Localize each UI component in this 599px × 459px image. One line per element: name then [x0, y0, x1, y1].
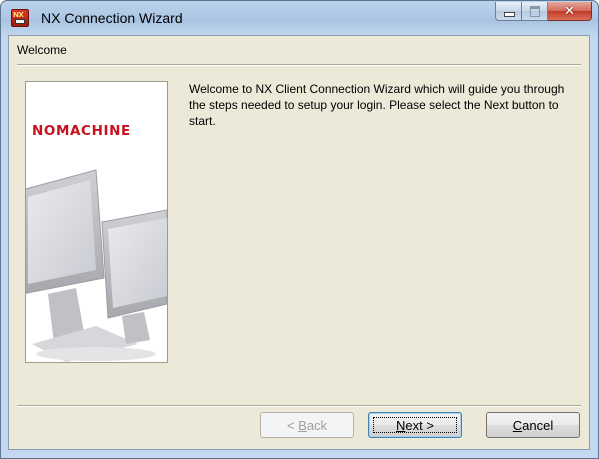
window-title: NX Connection Wizard [41, 10, 183, 26]
focus-rectangle [373, 417, 457, 433]
nx-icon-lettering: NX [13, 11, 24, 19]
next-button[interactable]: Next > [368, 412, 462, 438]
cancel-button[interactable]: Cancel [486, 412, 580, 438]
footer-divider [17, 405, 581, 407]
dialog-body: Welcome NOMACHINE Welcome to NX Client C… [8, 35, 590, 450]
back-label-mnemonic: B [298, 417, 307, 433]
caption-buttons: ✕ [495, 2, 592, 22]
back-button[interactable]: < Back [260, 412, 354, 438]
close-button[interactable]: ✕ [548, 2, 592, 21]
header-divider [17, 64, 581, 66]
cancel-label-mnemonic: C [512, 417, 523, 433]
nx-app-icon[interactable]: NX [11, 9, 29, 27]
back-label-prefix: < [286, 417, 299, 433]
monitors-illustration [26, 169, 167, 362]
page-title: Welcome [17, 43, 67, 57]
minimize-icon [504, 12, 515, 17]
back-label-rest: ack [306, 417, 328, 433]
cancel-label-rest: ancel [522, 417, 554, 433]
maximize-button [522, 2, 548, 21]
welcome-message: Welcome to NX Client Connection Wizard w… [189, 82, 565, 128]
minimize-button[interactable] [495, 2, 522, 21]
title-bar[interactable]: NX NX Connection Wizard ✕ [1, 1, 598, 35]
nomachine-banner-image: NOMACHINE [25, 81, 168, 363]
wizard-window: NX NX Connection Wizard ✕ Welcome NOMACH… [0, 0, 599, 459]
close-icon: ✕ [564, 3, 575, 19]
nx-icon-screen [15, 19, 25, 24]
maximize-icon [530, 6, 540, 17]
